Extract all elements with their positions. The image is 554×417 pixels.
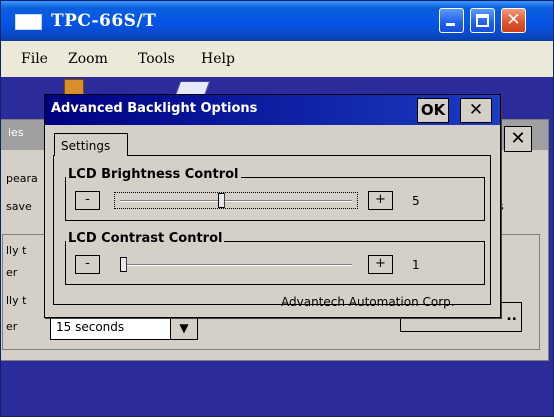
timeout-select-value: 15 seconds (56, 320, 125, 334)
vendor-text: Advantech Automation Corp. (281, 295, 455, 309)
ok-button[interactable]: OK (417, 98, 449, 123)
desktop-folder-icon[interactable] (64, 79, 84, 95)
menu-tools[interactable]: Tools (138, 51, 175, 67)
dialog-title-bar[interactable]: Advanced Backlight Options OK ✕ (45, 95, 500, 125)
dialog-close-button[interactable]: ✕ (460, 98, 492, 123)
window-title: TPC-66S/T (51, 11, 157, 31)
brightness-decrease-button[interactable]: - (75, 191, 100, 210)
brightness-increase-button[interactable]: + (368, 191, 393, 210)
tpc-window: TPC-66S/T ✕ File Zoom Tools Help ies ✕ p… (0, 0, 554, 417)
timeout-select[interactable]: 15 seconds ▼ (50, 316, 198, 340)
contrast-group (65, 241, 485, 285)
maximize-button[interactable] (470, 8, 495, 33)
tab-settings[interactable]: Settings (54, 133, 128, 156)
chevron-down-icon[interactable]: ▼ (170, 317, 197, 339)
maximize-icon (476, 14, 489, 27)
close-button[interactable]: ✕ (501, 8, 526, 33)
brightness-slider-track[interactable] (120, 200, 352, 202)
contrast-value: 1 (412, 258, 420, 272)
contrast-slider-thumb[interactable] (120, 257, 127, 272)
background-text: peara (6, 172, 38, 185)
advanced-backlight-dialog: Advanced Backlight Options OK ✕ Settings… (44, 94, 501, 318)
contrast-decrease-button[interactable]: - (75, 255, 100, 274)
background-window-title: ies (8, 126, 24, 139)
contrast-slider-track[interactable] (120, 264, 352, 266)
menu-zoom[interactable]: Zoom (68, 51, 108, 67)
menu-help[interactable]: Help (201, 51, 235, 67)
contrast-group-label: LCD Contrast Control (66, 231, 225, 246)
app-icon (15, 14, 42, 30)
close-icon: ✕ (506, 10, 521, 30)
background-window-close-button[interactable]: ✕ (504, 126, 532, 152)
brightness-group-label: LCD Brightness Control (66, 167, 241, 182)
menu-bar: File Zoom Tools Help (1, 41, 553, 77)
menu-file[interactable]: File (21, 51, 48, 67)
dialog-title: Advanced Backlight Options (51, 101, 258, 116)
minimize-button[interactable] (439, 8, 464, 33)
background-text: save (6, 200, 32, 213)
brightness-slider-thumb[interactable] (218, 193, 225, 208)
window-title-bar[interactable]: TPC-66S/T ✕ (1, 1, 553, 41)
contrast-increase-button[interactable]: + (368, 255, 393, 274)
minimize-icon (446, 23, 455, 26)
brightness-value: 5 (412, 194, 420, 208)
